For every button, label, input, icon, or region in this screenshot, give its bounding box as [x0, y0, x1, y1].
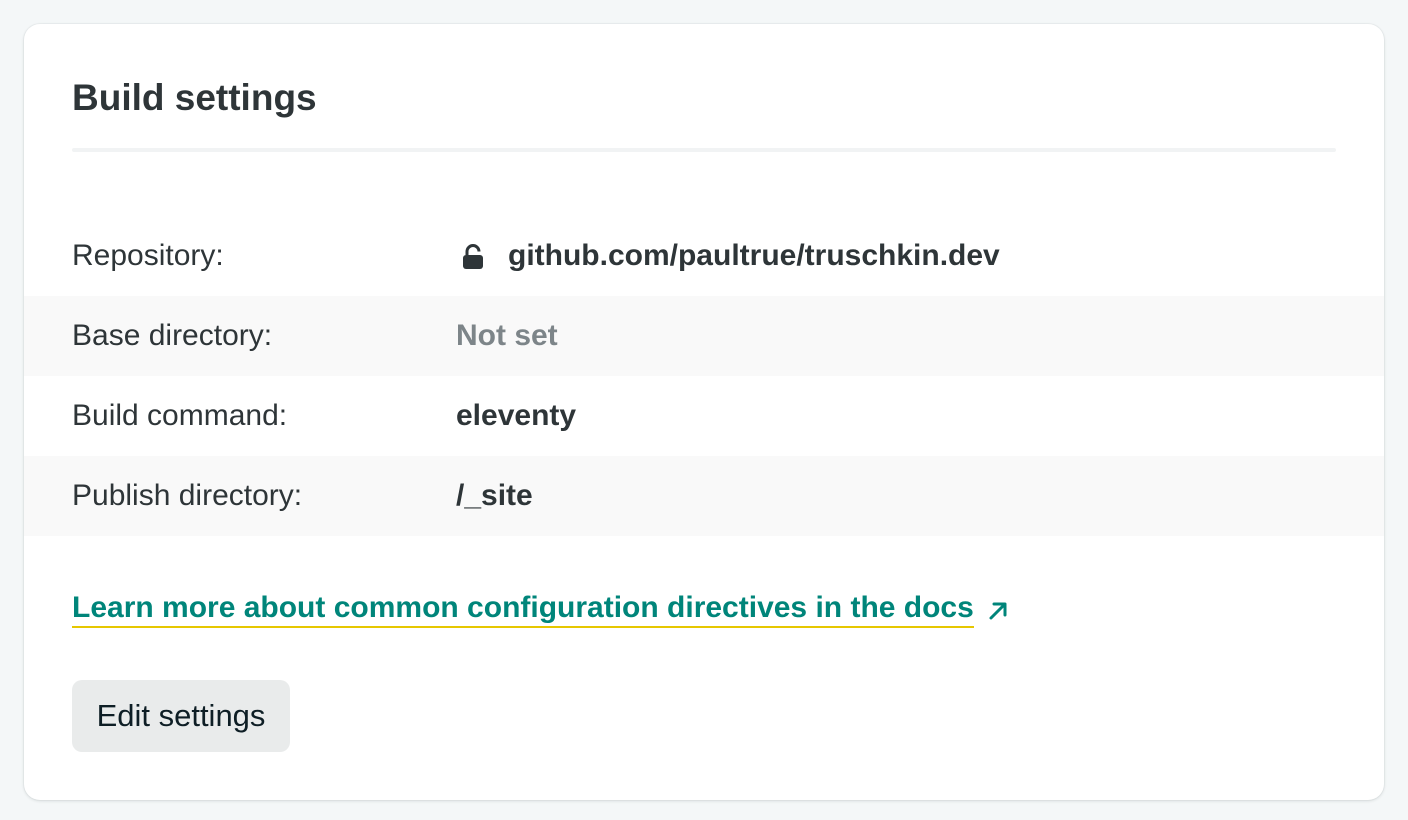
lock-icon	[460, 243, 486, 271]
settings-list: Repository: github.com/paultrue/truschki…	[24, 216, 1384, 536]
build-command-value: eleventy	[456, 399, 577, 432]
repository-row: Repository: github.com/paultrue/truschki…	[24, 216, 1384, 296]
base-directory-row: Base directory: Not set	[24, 296, 1384, 376]
repository-label: Repository:	[72, 239, 224, 272]
publish-directory-value: /_site	[456, 479, 533, 512]
divider	[72, 148, 1336, 152]
publish-directory-row: Publish directory: /_site	[24, 456, 1384, 536]
build-command-row: Build command: eleventy	[24, 376, 1384, 456]
docs-link[interactable]: Learn more about common configuration di…	[72, 590, 1010, 628]
edit-settings-button[interactable]: Edit settings	[72, 680, 290, 752]
base-directory-label: Base directory:	[72, 319, 273, 352]
build-command-label: Build command:	[72, 399, 288, 432]
section-title: Build settings	[72, 77, 317, 118]
repository-value: github.com/paultrue/truschkin.dev	[456, 239, 1000, 273]
repository-url: github.com/paultrue/truschkin.dev	[508, 239, 1000, 272]
base-directory-value: Not set	[456, 319, 558, 352]
publish-directory-label: Publish directory:	[72, 479, 303, 512]
external-arrow-icon	[986, 597, 1010, 621]
docs-link-label: Learn more about common configuration di…	[72, 590, 974, 628]
build-settings-card: Build settings Repository: github.com/pa…	[24, 24, 1384, 800]
